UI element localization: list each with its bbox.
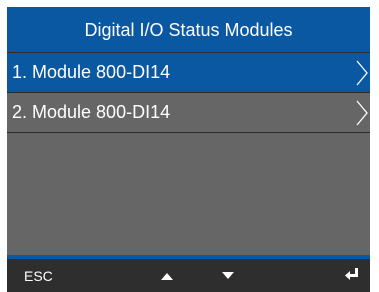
- esc-button[interactable]: ESC: [11, 259, 63, 292]
- softkey-bar: ESC: [7, 259, 370, 292]
- menu-item-module-1[interactable]: 1. Module 800-DI14: [7, 53, 370, 93]
- module-menu-list: 1. Module 800-DI14 2. Module 800-DI14: [7, 53, 370, 133]
- menu-item-label: 1. Module 800-DI14: [12, 62, 171, 82]
- hmi-screen: Digital I/O Status Modules 1. Module 800…: [7, 7, 370, 292]
- menu-item-module-2[interactable]: 2. Module 800-DI14: [7, 93, 370, 133]
- enter-button[interactable]: [337, 259, 367, 292]
- esc-button-label: ESC: [24, 267, 53, 284]
- hmi-device: Digital I/O Status Modules 1. Module 800…: [0, 0, 379, 292]
- triangle-down-icon: [222, 267, 234, 285]
- page-title: Digital I/O Status Modules: [7, 7, 370, 53]
- chevron-right-icon: [356, 59, 368, 87]
- scroll-down-button[interactable]: [213, 259, 243, 292]
- enter-return-icon: [345, 267, 359, 285]
- menu-item-label: 2. Module 800-DI14: [12, 102, 171, 122]
- chevron-right-icon: [356, 99, 368, 127]
- scroll-up-button[interactable]: [152, 259, 182, 292]
- triangle-up-icon: [161, 267, 173, 285]
